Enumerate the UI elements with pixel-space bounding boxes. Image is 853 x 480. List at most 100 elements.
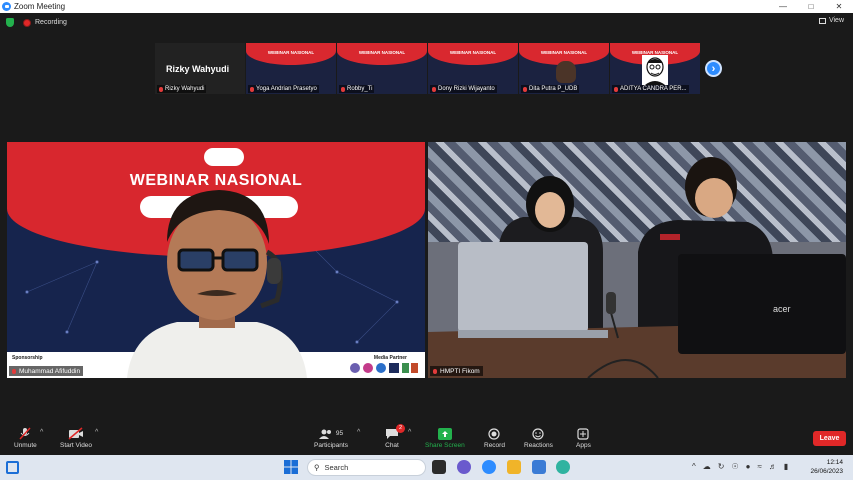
apps-button[interactable]: Apps: [576, 427, 591, 449]
participant-thumb[interactable]: WEBINAR NASIONAL Yoga Andrian Prasetyo: [246, 43, 336, 94]
share-screen-button[interactable]: Share Screen: [425, 427, 465, 449]
participant-name: Yoga Andrian Prasetyo: [256, 86, 317, 92]
chat-label: Chat: [385, 442, 399, 449]
partner-logos: [350, 363, 418, 373]
participant-name-tag: Robby_Ti: [339, 85, 375, 93]
reactions-button[interactable]: Reactions: [524, 427, 553, 449]
unmute-label: Unmute: [14, 442, 37, 449]
participants-options-caret[interactable]: ^: [357, 429, 360, 436]
participant-name-tag: HMPTI Fikom: [430, 366, 483, 376]
apps-icon: [577, 427, 590, 440]
participant-thumb[interactable]: WEBINAR NASIONAL Robby_Ti: [337, 43, 427, 94]
participant-name-tag: ADITYA CANDRA PER...: [612, 85, 689, 93]
participant-name: Dony Rizki Wijayanto: [438, 86, 495, 92]
muted-mic-icon: [433, 368, 437, 374]
security-icon[interactable]: ☉: [731, 462, 738, 471]
room-video: acer: [428, 157, 846, 378]
maximize-button[interactable]: □: [797, 0, 825, 13]
muted-mic-icon: [341, 86, 345, 92]
muted-mic-icon: [523, 86, 527, 92]
participant-thumb[interactable]: WEBINAR NASIONAL Dita Putra P_UDB: [519, 43, 609, 94]
muted-mic-icon: [432, 86, 436, 92]
edge-browser-icon[interactable]: [556, 460, 570, 474]
participant-name: Robby_Ti: [347, 86, 373, 92]
participant-name-tag: Yoga Andrian Prasetyo: [248, 85, 319, 93]
battery-icon[interactable]: ▮: [784, 462, 788, 471]
widgets-icon[interactable]: [6, 461, 19, 474]
task-view-icon[interactable]: [432, 460, 446, 474]
participant-thumb[interactable]: WEBINAR NASIONAL Dony Rizki Wijayanto: [428, 43, 518, 94]
share-screen-icon: [437, 427, 452, 440]
participant-name-tag: Dita Putra P_UDB: [521, 85, 580, 93]
chat-badge: 2: [396, 424, 405, 433]
speaker-icon[interactable]: ♬: [769, 462, 777, 471]
participant-thumb[interactable]: Rizky Wahyudi Rizky Wahyudi: [155, 43, 245, 94]
clock-date: 26/06/2023: [810, 468, 843, 475]
unmute-button[interactable]: Unmute: [14, 427, 37, 449]
muted-mic-icon: [250, 86, 254, 92]
video-tile-speaker[interactable]: WEBINAR NASIONAL AI FOR ... ING Sponsors…: [7, 142, 425, 378]
participant-name-tag: Rizky Wahyudi: [157, 85, 207, 93]
record-icon: [488, 427, 501, 440]
leave-button[interactable]: Leave: [813, 431, 846, 446]
cloud-icon[interactable]: ☁: [703, 462, 711, 471]
system-tray: ^ ☁ ↻ ☉ ● ≈ ♬ ▮: [692, 462, 788, 471]
chat-button[interactable]: 2 Chat: [385, 424, 405, 449]
next-page-button[interactable]: ›: [705, 60, 722, 77]
start-video-button[interactable]: Start Video: [60, 427, 92, 449]
participant-name: ADITYA CANDRA PER...: [620, 86, 687, 92]
banner-text: WEBINAR NASIONAL: [267, 50, 315, 55]
record-label: Record: [484, 442, 505, 449]
video-tile-room[interactable]: acer HMPTI Fikom: [428, 142, 846, 378]
meeting-stage: Recording View Rizky Wahyudi Rizky Wahyu…: [0, 13, 853, 425]
encryption-shield-icon[interactable]: [6, 18, 14, 27]
clock[interactable]: 12:14 26/06/2023: [810, 458, 843, 476]
title-bar: Zoom Meeting — □ ✕: [0, 0, 853, 13]
speaker-video: [127, 190, 307, 378]
file-explorer-icon[interactable]: [507, 460, 521, 474]
wifi-icon[interactable]: ≈: [757, 462, 761, 471]
chevron-right-icon: ›: [711, 62, 716, 75]
recording-icon: [23, 18, 31, 27]
video-off-icon: [68, 427, 84, 440]
banner-text: WEBINAR NASIONAL: [358, 50, 406, 55]
video-options-caret[interactable]: ^: [95, 429, 98, 436]
meeting-toolbar: Unmute ^ Start Video ^ 95 Participants ^…: [0, 424, 853, 455]
clock-time: 12:14: [826, 459, 843, 466]
participants-icon: [318, 429, 331, 439]
muted-mic-icon: [19, 427, 31, 440]
audio-options-caret[interactable]: ^: [40, 429, 43, 436]
reactions-icon: [532, 427, 545, 440]
view-button[interactable]: View: [818, 17, 844, 24]
participant-video-face: [556, 61, 576, 83]
update-icon[interactable]: ↻: [718, 462, 725, 471]
participant-strip: Rizky Wahyudi Rizky Wahyudi WEBINAR NASI…: [155, 43, 700, 94]
taskbar-search[interactable]: ⚲ Search: [307, 459, 426, 476]
banner-text: WEBINAR NASIONAL: [449, 50, 497, 55]
teams-chat-icon[interactable]: [457, 460, 471, 474]
participant-display-name: Rizky Wahyudi: [166, 64, 230, 74]
participants-count: 95: [335, 430, 344, 437]
windows-start-icon[interactable]: [284, 460, 298, 474]
window-title: Zoom Meeting: [14, 2, 66, 11]
search-placeholder: Search: [324, 463, 349, 472]
close-window-button[interactable]: ✕: [825, 0, 853, 13]
apps-label: Apps: [576, 442, 591, 449]
participant-thumb[interactable]: WEBINAR NASIONAL ADITYA CANDRA PER...: [610, 43, 700, 94]
participants-button[interactable]: 95 Participants: [314, 427, 348, 449]
muted-mic-icon: [159, 86, 163, 92]
microphone-icon[interactable]: ●: [746, 462, 751, 471]
laptop-brand-text: acer: [773, 304, 791, 314]
chevron-up-icon[interactable]: ^: [692, 462, 696, 471]
muted-mic-icon: [614, 86, 618, 92]
zoom-taskbar-icon[interactable]: [482, 460, 496, 474]
sponsorship-label: Sponsorship: [12, 355, 43, 361]
participant-name: HMPTI Fikom: [440, 367, 480, 375]
chat-options-caret[interactable]: ^: [408, 429, 411, 436]
notepad-icon[interactable]: [532, 460, 546, 474]
cartoon-avatar-icon: [642, 55, 668, 85]
participant-name: Rizky Wahyudi: [165, 86, 205, 92]
minimize-button[interactable]: —: [769, 0, 797, 13]
media-partner-label: Media Partner: [373, 355, 407, 361]
record-button[interactable]: Record: [484, 427, 505, 449]
